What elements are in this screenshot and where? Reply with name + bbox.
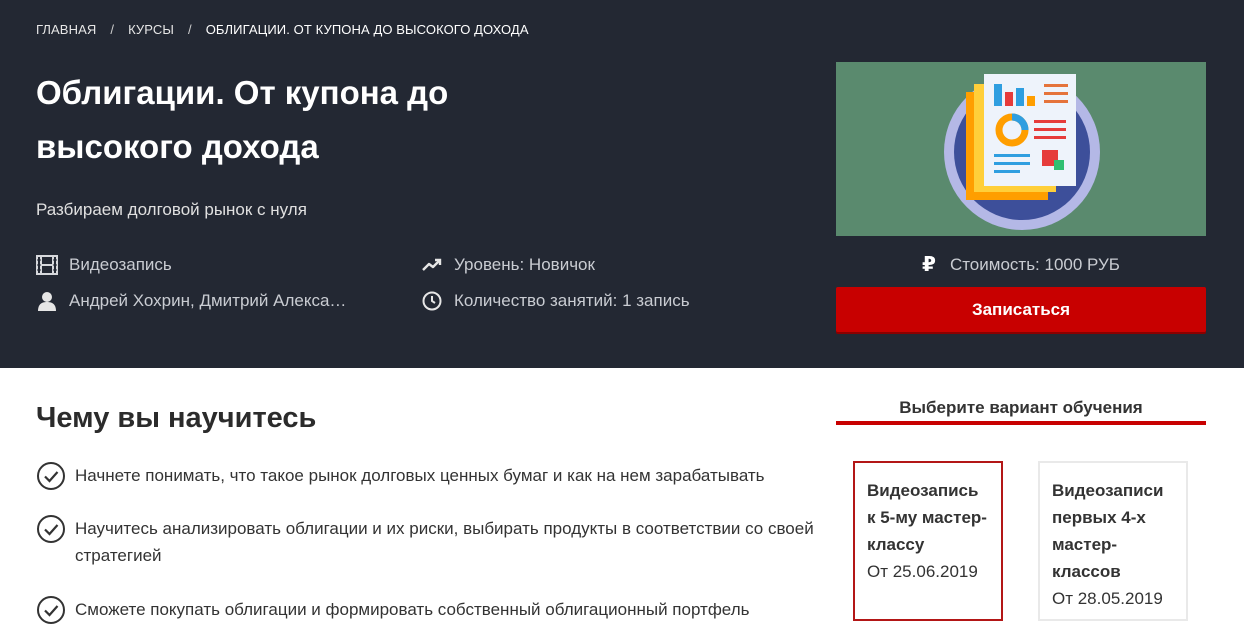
breadcrumb-separator: / — [187, 22, 192, 37]
clock-icon — [421, 290, 443, 312]
check-circle-icon — [37, 462, 65, 490]
course-cover-image — [836, 62, 1206, 236]
user-icon — [36, 290, 58, 312]
breadcrumb: ГЛАВНАЯ / КУРСЫ / ОБЛИГАЦИИ. ОТ КУПОНА Д… — [36, 22, 529, 37]
breadcrumb-home-link[interactable]: ГЛАВНАЯ — [36, 22, 96, 37]
enroll-button[interactable]: Записаться — [836, 287, 1206, 332]
report-illustration-icon — [944, 74, 1100, 230]
variant-title-underline — [836, 421, 1206, 425]
trend-up-icon — [421, 254, 443, 276]
page-title: Облигации. От купона до высокого дохода — [36, 66, 556, 174]
ruble-icon: ₽ — [922, 254, 936, 276]
course-subtitle: Разбираем долговой рынок с нуля — [36, 200, 307, 219]
meta-authors: Андрей Хохрин, Дмитрий Алекса… — [36, 290, 346, 312]
check-circle-icon — [37, 596, 65, 624]
learn-item: Научитесь анализировать облигации и их р… — [36, 515, 816, 569]
variant-card-name: Видеозаписи первых 4-х мастер-классов — [1052, 481, 1164, 581]
variant-section-title: Выберите вариант обучения — [899, 398, 1143, 417]
course-price: ₽ Стоимость: 1000 РУБ — [836, 252, 1206, 277]
learn-item-text: Начнете понимать, что такое рынок долгов… — [75, 466, 765, 485]
meta-lessons: Количество занятий: 1 запись — [421, 290, 690, 312]
breadcrumb-current: ОБЛИГАЦИИ. ОТ КУПОНА ДО ВЫСОКОГО ДОХОДА — [205, 22, 529, 37]
page-title-line-1: Облигации. От купона до — [36, 74, 449, 111]
learn-item: Сможете покупать облигации и формировать… — [36, 596, 826, 625]
meta-format: Видеозапись — [36, 254, 172, 276]
variant-card[interactable]: Видеозаписи первых 4-х мастер-классов От… — [1038, 461, 1188, 621]
film-icon — [36, 254, 58, 276]
meta-authors-text[interactable]: Андрей Хохрин, Дмитрий Алекса… — [69, 291, 346, 311]
variant-card-date: От 25.06.2019 — [867, 562, 978, 581]
course-hero: ГЛАВНАЯ / КУРСЫ / ОБЛИГАЦИИ. ОТ КУПОНА Д… — [0, 0, 1244, 368]
learn-item: Начнете понимать, что такое рынок долгов… — [36, 462, 826, 491]
check-circle-icon — [37, 515, 65, 543]
variant-card-date: От 28.05.2019 — [1052, 589, 1163, 608]
variant-card-selected[interactable]: Видеозапись к 5-му мастер-классу От 25.0… — [853, 461, 1003, 621]
course-price-text: Стоимость: 1000 РУБ — [949, 254, 1120, 274]
breadcrumb-courses-link[interactable]: КУРСЫ — [128, 22, 174, 37]
breadcrumb-separator: / — [110, 22, 115, 37]
variant-card-name: Видеозапись к 5-му мастер-классу — [867, 481, 987, 554]
learn-section-title: Чему вы научитесь — [36, 402, 317, 434]
meta-level-text: Уровень: Новичок — [454, 255, 595, 274]
learn-item-text: Сможете покупать облигации и формировать… — [75, 600, 750, 619]
learn-item-text: Научитесь анализировать облигации и их р… — [75, 519, 814, 565]
meta-level: Уровень: Новичок — [421, 254, 595, 276]
meta-lessons-text: Количество занятий: 1 запись — [454, 291, 690, 310]
meta-format-text: Видеозапись — [69, 255, 172, 274]
page-title-line-2: высокого дохода — [36, 128, 319, 165]
